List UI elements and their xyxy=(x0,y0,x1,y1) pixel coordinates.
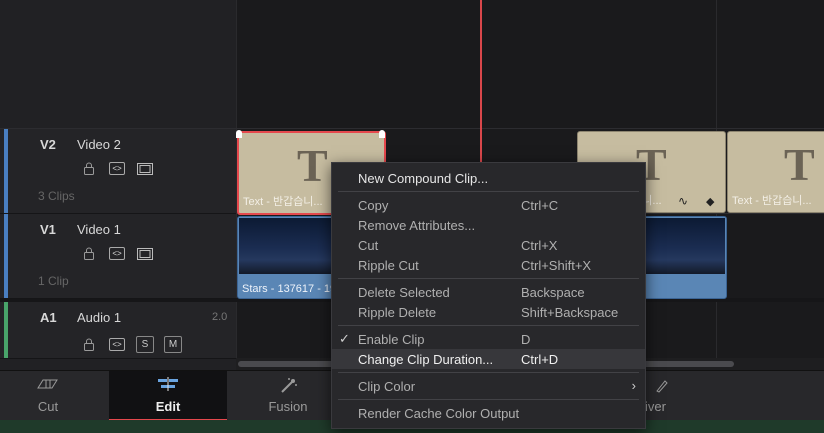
track-id: A1 xyxy=(40,310,57,325)
track-header-v2[interactable]: V2 Video 2 <> 3 Clips xyxy=(0,129,236,214)
submenu-chevron-right-icon: › xyxy=(631,378,636,393)
auto-track-select-icon[interactable]: <> xyxy=(108,338,126,351)
menu-item-shortcut: Backspace xyxy=(521,285,585,300)
title-clip-thumbnail-icon: T xyxy=(784,139,815,190)
menu-item-change-clip-duration[interactable]: Change Clip Duration... Ctrl+D xyxy=(332,349,645,369)
trim-handle-right[interactable] xyxy=(379,130,385,138)
checkmark-icon: ✓ xyxy=(339,331,350,346)
tab-label: Edit xyxy=(155,399,181,414)
menu-separator xyxy=(338,399,639,400)
edit-page-icon xyxy=(109,377,227,394)
tab-label: Cut xyxy=(37,399,59,414)
auto-track-select-icon[interactable]: <> xyxy=(108,247,126,260)
tab-cut[interactable]: Cut xyxy=(0,371,96,419)
menu-item-enable-clip[interactable]: ✓ Enable Clip D xyxy=(332,329,645,349)
menu-item-label: New Compound Clip... xyxy=(358,171,489,186)
menu-item-label: Delete Selected xyxy=(358,285,450,300)
lock-icon[interactable] xyxy=(80,338,98,351)
solo-button[interactable]: S xyxy=(136,336,154,353)
track-color-bar xyxy=(4,302,8,358)
menu-item-delete-selected[interactable]: Delete Selected Backspace xyxy=(332,282,645,302)
title-clip[interactable]: T Text - 반갑습니... xyxy=(727,131,824,213)
menu-item-ripple-cut[interactable]: Ripple Cut Ctrl+Shift+X xyxy=(332,255,645,275)
track-header-v1[interactable]: V1 Video 1 <> 1 Clip xyxy=(0,214,236,299)
enable-video-track-icon[interactable] xyxy=(136,247,154,260)
trim-handle-left[interactable] xyxy=(236,130,242,138)
menu-item-copy[interactable]: Copy Ctrl+C xyxy=(332,195,645,215)
menu-separator xyxy=(338,325,639,326)
clip-name: Text - 반갑습니... xyxy=(243,196,323,208)
mute-button[interactable]: M xyxy=(164,336,182,353)
menu-item-cut[interactable]: Cut Ctrl+X xyxy=(332,235,645,255)
track-color-bar xyxy=(4,129,8,213)
menu-item-shortcut: Ctrl+C xyxy=(521,198,559,213)
track-name[interactable]: Audio 1 xyxy=(77,310,121,325)
clip-context-menu: New Compound Clip... Copy Ctrl+C Remove … xyxy=(331,162,646,429)
clip-name: Stars - 137617 - 19... xyxy=(242,283,346,295)
lock-icon[interactable] xyxy=(80,247,98,260)
lock-icon[interactable] xyxy=(80,162,98,175)
track-id: V2 xyxy=(40,137,56,152)
menu-item-render-cache-color-output[interactable]: Render Cache Color Output xyxy=(332,403,645,423)
track-controls: <> S M xyxy=(80,336,182,353)
menu-item-new-compound-clip[interactable]: New Compound Clip... xyxy=(332,168,645,188)
menu-separator xyxy=(338,372,639,373)
menu-item-remove-attributes[interactable]: Remove Attributes... xyxy=(332,215,645,235)
menu-item-shortcut: Shift+Backspace xyxy=(521,305,619,320)
menu-item-clip-color[interactable]: Clip Color › xyxy=(332,376,645,396)
menu-separator xyxy=(338,278,639,279)
tab-label: Fusion xyxy=(268,399,308,414)
menu-item-shortcut: Ctrl+X xyxy=(521,238,558,253)
tab-edit[interactable]: Edit xyxy=(109,371,227,421)
menu-item-shortcut: Ctrl+Shift+X xyxy=(521,258,592,273)
track-controls: <> xyxy=(80,247,154,260)
title-clip-thumbnail-icon: T xyxy=(297,140,328,191)
track-audio-format: 2.0 xyxy=(212,311,228,323)
enable-video-track-icon[interactable] xyxy=(136,162,154,175)
tab-label: iver xyxy=(645,399,666,414)
track-name[interactable]: Video 2 xyxy=(77,137,121,152)
menu-item-shortcut: Ctrl+D xyxy=(521,352,559,367)
auto-track-select-icon[interactable]: <> xyxy=(108,162,126,175)
menu-item-label: Remove Attributes... xyxy=(358,218,476,233)
menu-separator xyxy=(338,191,639,192)
clip-name: Text - 반갑습니... xyxy=(732,195,812,207)
track-color-bar xyxy=(4,214,8,298)
track-clip-count: 1 Clip xyxy=(38,274,69,288)
menu-item-label: Render Cache Color Output xyxy=(358,406,520,421)
track-controls: <> xyxy=(80,162,154,175)
curve-icon: ∿ xyxy=(678,194,689,208)
menu-item-label: Change Clip Duration... xyxy=(358,352,494,367)
menu-item-label: Ripple Cut xyxy=(358,258,419,273)
keyframe-icon: ◆ xyxy=(706,196,715,208)
fusion-page-icon xyxy=(240,377,336,396)
track-id: V1 xyxy=(40,222,56,237)
menu-item-label: Cut xyxy=(358,238,379,253)
track-name[interactable]: Video 1 xyxy=(77,222,121,237)
track-header-a1[interactable]: A1 Audio 1 2.0 <> S M xyxy=(0,302,236,359)
track-clip-count: 3 Clips xyxy=(38,189,75,203)
menu-item-ripple-delete[interactable]: Ripple Delete Shift+Backspace xyxy=(332,302,645,322)
menu-item-label: Ripple Delete xyxy=(358,305,437,320)
menu-item-label: Clip Color xyxy=(358,379,416,394)
tab-fusion[interactable]: Fusion xyxy=(240,371,336,419)
menu-item-shortcut: D xyxy=(521,332,531,347)
cut-page-icon xyxy=(0,377,96,394)
menu-item-label: Copy xyxy=(358,198,389,213)
menu-item-label: Enable Clip xyxy=(358,332,425,347)
